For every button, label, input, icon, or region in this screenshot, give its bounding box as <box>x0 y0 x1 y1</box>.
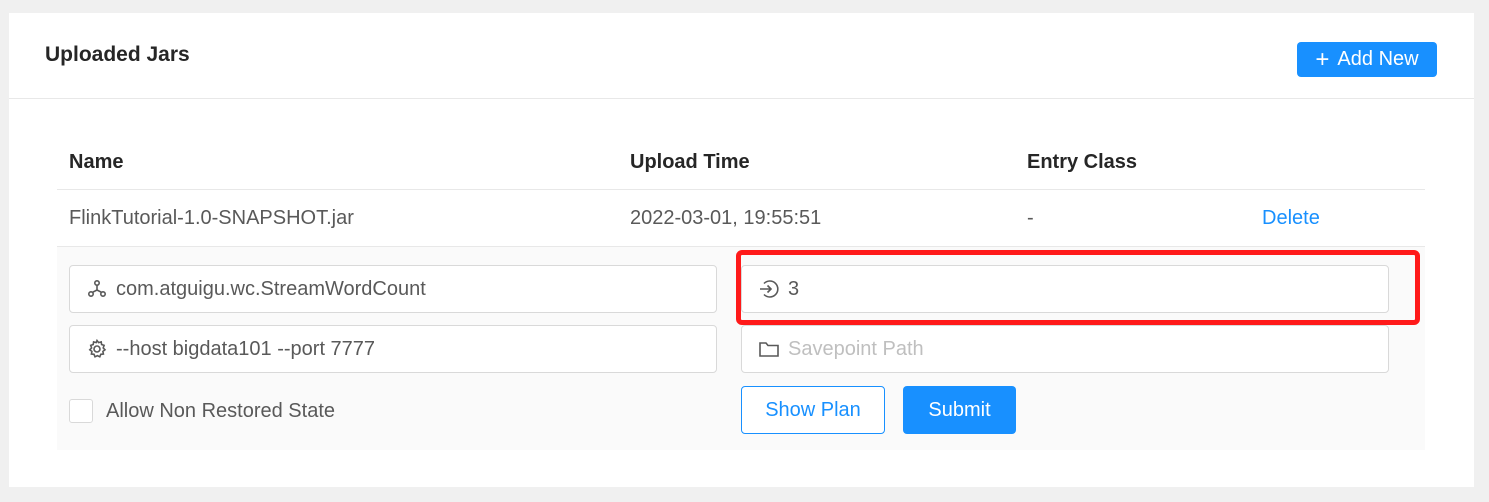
entry-class-value: com.atguigu.wc.StreamWordCount <box>116 277 426 300</box>
plus-icon: + <box>1315 45 1330 73</box>
entry-class-field[interactable]: com.atguigu.wc.StreamWordCount <box>69 265 717 313</box>
parallelism-field[interactable]: 3 <box>741 265 1389 313</box>
cluster-icon <box>86 278 108 300</box>
column-header-name: Name <box>69 151 124 173</box>
login-icon <box>758 278 780 300</box>
program-arguments-field[interactable]: --host bigdata101 --port 7777 <box>69 325 717 373</box>
gear-icon <box>86 338 108 360</box>
allow-non-restored-checkbox[interactable]: Allow Non Restored State <box>69 399 335 423</box>
program-arguments-value: --host bigdata101 --port 7777 <box>116 337 376 360</box>
submit-button[interactable]: Submit <box>903 386 1016 434</box>
parallelism-value: 3 <box>788 277 800 300</box>
card-title: Uploaded Jars <box>45 43 190 66</box>
submit-job-form: com.atguigu.wc.StreamWordCount 3 --host … <box>57 247 1425 450</box>
column-header-entry-class: Entry Class <box>1027 151 1138 173</box>
card-header: Uploaded Jars + Add New <box>9 13 1474 99</box>
jars-table: Name Upload Time Entry Class FlinkTutori… <box>57 131 1425 450</box>
jar-entry-class: - <box>1027 207 1034 229</box>
allow-non-restored-label: Allow Non Restored State <box>106 399 336 422</box>
jar-upload-time: 2022-03-01, 19:55:51 <box>630 207 822 229</box>
jar-name: FlinkTutorial-1.0-SNAPSHOT.jar <box>69 207 354 229</box>
savepoint-path-placeholder: Savepoint Path <box>788 337 924 360</box>
uploaded-jars-card: Uploaded Jars + Add New Name Upload Time… <box>9 13 1474 487</box>
folder-icon <box>758 338 780 360</box>
column-header-upload-time: Upload Time <box>630 151 750 173</box>
checkbox-box[interactable] <box>69 399 93 423</box>
table-row[interactable]: FlinkTutorial-1.0-SNAPSHOT.jar 2022-03-0… <box>57 190 1425 247</box>
table-header: Name Upload Time Entry Class <box>57 131 1425 190</box>
add-new-label: Add New <box>1337 48 1419 70</box>
show-plan-button[interactable]: Show Plan <box>741 386 885 434</box>
delete-link[interactable]: Delete <box>1262 207 1320 230</box>
savepoint-path-field[interactable]: Savepoint Path <box>741 325 1389 373</box>
add-new-button[interactable]: + Add New <box>1297 42 1437 77</box>
